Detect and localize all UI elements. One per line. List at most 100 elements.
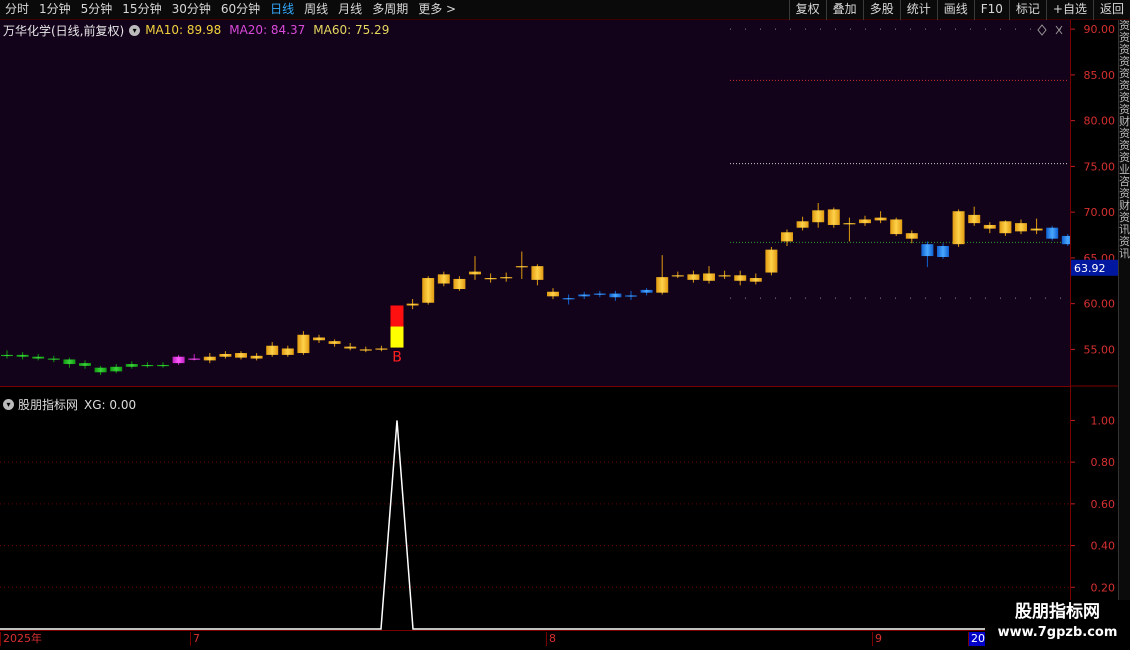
candle-body xyxy=(921,244,934,257)
candle xyxy=(110,364,123,374)
candle-body xyxy=(968,214,981,224)
candle xyxy=(94,365,107,376)
candle-body xyxy=(843,223,856,225)
candle xyxy=(952,209,965,247)
indicator-tick-label: 0.40 xyxy=(1091,540,1116,553)
candle xyxy=(827,207,840,228)
axis-canvas: 90.0085.0080.0075.0070.0065.0060.0055.00… xyxy=(1071,23,1119,594)
period-tab-1[interactable]: 1分钟 xyxy=(34,0,76,19)
candle xyxy=(983,222,996,234)
candle xyxy=(359,346,372,353)
candle-body xyxy=(1046,227,1059,239)
candle xyxy=(905,230,918,244)
toolbar-button-6[interactable]: 标记 xyxy=(1008,0,1046,20)
candle xyxy=(344,342,357,351)
price-tick-label: 75.00 xyxy=(1084,160,1116,173)
candle-body xyxy=(640,289,653,293)
candle-body xyxy=(94,367,107,373)
candle-body xyxy=(999,221,1012,234)
candle-body xyxy=(266,345,279,355)
toolbar-button-7[interactable]: +自选 xyxy=(1045,0,1093,20)
candle xyxy=(32,353,45,361)
candle xyxy=(578,291,591,300)
candle-body xyxy=(1015,223,1027,232)
candle xyxy=(235,351,247,360)
candle xyxy=(313,334,325,343)
toolbar-button-2[interactable]: 多股 xyxy=(862,0,900,20)
period-tab-9[interactable]: 多周期 xyxy=(367,0,413,19)
toolbar-button-1[interactable]: 叠加 xyxy=(825,0,863,20)
candle-body xyxy=(625,295,637,297)
candle-body xyxy=(250,355,263,359)
candle xyxy=(656,255,669,295)
candle xyxy=(921,241,934,268)
candle xyxy=(375,345,388,352)
candle xyxy=(547,288,559,300)
candle xyxy=(16,352,29,360)
candle xyxy=(609,290,622,301)
period-tab-2[interactable]: 5分钟 xyxy=(76,0,118,19)
candle xyxy=(297,331,310,355)
buy-signal-label: B xyxy=(392,350,402,366)
candle-body xyxy=(484,278,497,280)
candle xyxy=(188,353,201,361)
price-tick-label: 85.00 xyxy=(1084,69,1116,82)
candle xyxy=(469,256,481,280)
period-tab-10[interactable]: 更多 > xyxy=(413,0,461,19)
candle xyxy=(874,211,887,224)
indicator-tick-label: 0.60 xyxy=(1091,498,1116,511)
date-label: 2025年 xyxy=(0,632,42,646)
indicator-tick-label: 1.00 xyxy=(1091,414,1116,427)
toolbar-button-5[interactable]: F10 xyxy=(973,0,1009,20)
price-tick-label: 60.00 xyxy=(1084,298,1116,311)
candle-body xyxy=(703,273,715,281)
candle-body xyxy=(952,211,965,245)
period-tab-6[interactable]: 日线 xyxy=(265,0,299,19)
candle-body xyxy=(905,233,918,239)
price-tick-label: 70.00 xyxy=(1084,206,1116,219)
candle xyxy=(1046,225,1059,241)
period-tab-0[interactable]: 分时 xyxy=(0,0,34,19)
candle xyxy=(141,362,154,368)
candle-body xyxy=(718,275,731,277)
candle-body xyxy=(453,278,466,290)
toolbar-button-4[interactable]: 画线 xyxy=(936,0,974,20)
period-tab-8[interactable]: 月线 xyxy=(333,0,367,19)
candle-body xyxy=(812,210,825,223)
period-toolbar: 分时 1分钟 5分钟 15分钟 30分钟 60分钟 日线 周线 月线 多周期 更多 > 复权 叠加 多股… xyxy=(0,0,1130,20)
toolbar-button-3[interactable]: 统计 xyxy=(899,0,937,20)
watermark-url: www.7gpzb.com xyxy=(997,625,1118,640)
chart-workspace: 万华化学(日线,前复权) ▾ MA10: 89.98 MA20: 84.37 M… xyxy=(0,20,1130,630)
candle xyxy=(515,251,528,279)
candle-body xyxy=(874,217,887,221)
candle-body xyxy=(110,366,123,372)
candle-body xyxy=(781,232,793,242)
candle xyxy=(749,273,762,285)
candle-body xyxy=(375,348,388,350)
candle xyxy=(781,229,793,247)
candle xyxy=(718,270,731,279)
candle xyxy=(937,243,949,259)
candle xyxy=(734,270,747,286)
candle xyxy=(406,299,419,310)
candle-body xyxy=(16,354,29,357)
period-tab-4[interactable]: 30分钟 xyxy=(167,0,216,19)
candle-body xyxy=(235,353,247,358)
candle xyxy=(484,273,497,283)
side-info-strip[interactable]: 资资资资资资资资财资资资业咨资财资讯资讯 xyxy=(1118,20,1130,630)
toolbar-button-0[interactable]: 复权 xyxy=(788,0,826,20)
candle xyxy=(765,246,778,276)
period-tab-5[interactable]: 60分钟 xyxy=(216,0,265,19)
period-tab-3[interactable]: 15分钟 xyxy=(117,0,166,19)
price-tick-label: 80.00 xyxy=(1084,115,1116,128)
candle xyxy=(1,350,13,359)
period-tab-7[interactable]: 周线 xyxy=(299,0,333,19)
toolbar-button-8[interactable]: 返回 xyxy=(1092,0,1130,20)
candle-body xyxy=(671,275,684,277)
watermark: 股朋指标网 www.7gpzb.com xyxy=(985,600,1130,650)
candle xyxy=(422,276,435,305)
indicator-line xyxy=(0,420,1070,630)
candle-body xyxy=(827,209,840,225)
candle xyxy=(1030,218,1043,235)
date-axis: 2025年 7 8 9 20 xyxy=(0,630,1070,650)
